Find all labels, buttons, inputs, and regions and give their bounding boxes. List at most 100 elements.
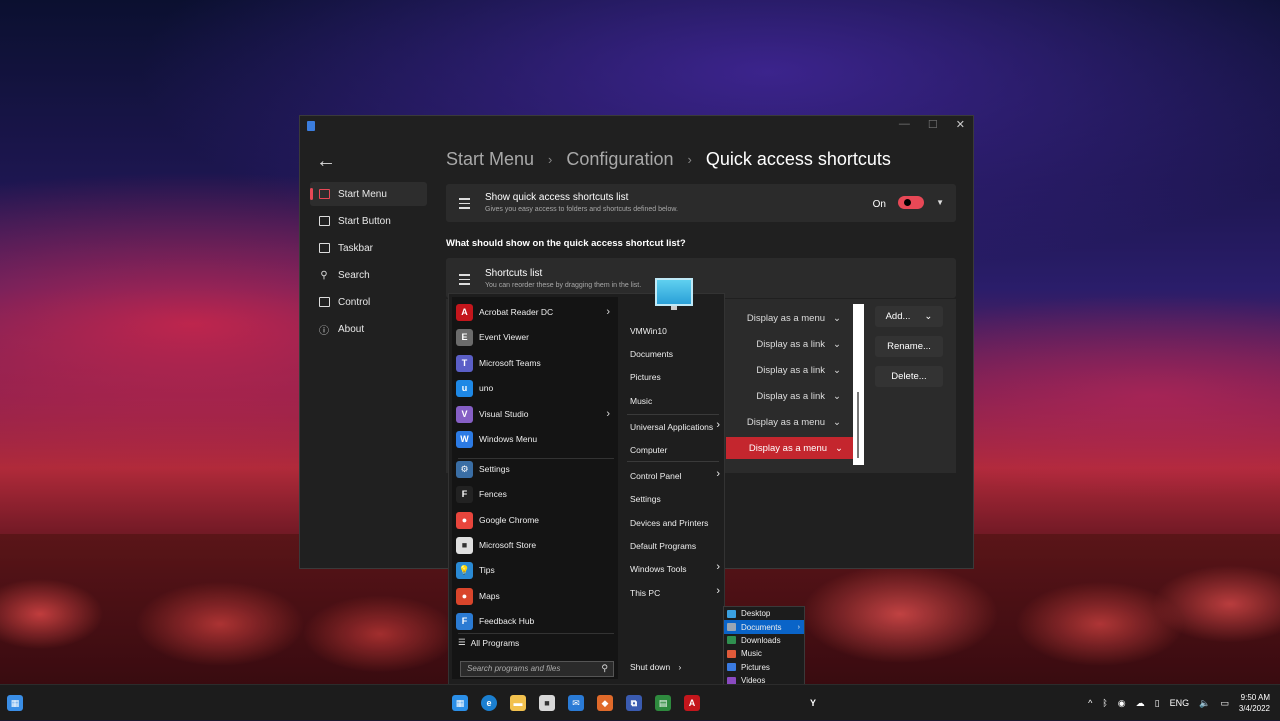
start-link-item[interactable]: Settings bbox=[630, 494, 720, 504]
delete-button[interactable]: Delete... bbox=[875, 366, 943, 387]
show-shortcuts-toggle[interactable] bbox=[898, 196, 924, 209]
divider bbox=[458, 633, 614, 634]
list-scrollbar[interactable] bbox=[853, 304, 864, 465]
acrobat-icon[interactable]: A bbox=[684, 695, 700, 711]
add-button[interactable]: Add... ⌄ bbox=[875, 306, 943, 327]
submenu-item[interactable]: Documents › bbox=[724, 620, 804, 634]
sidebar-item-control[interactable]: Control bbox=[310, 290, 427, 314]
app-item[interactable]: W Windows Menu bbox=[456, 428, 616, 450]
minimize-button[interactable]: — bbox=[899, 118, 910, 131]
app-item[interactable]: u uno bbox=[456, 377, 616, 399]
chevron-down-icon: ⌄ bbox=[833, 312, 841, 324]
system-tray: ^ ᛒ ◉ ☁ ▯ ENG 🔈 ▭ 9:50 AM 3/4/2022 bbox=[1088, 685, 1270, 721]
section-question: What should show on the quick access sho… bbox=[446, 238, 686, 249]
cloud-icon[interactable]: ☁ bbox=[1136, 698, 1145, 709]
start-link-item[interactable]: Documents bbox=[630, 349, 720, 359]
sidebar-item-start-button[interactable]: Start Button bbox=[310, 209, 427, 233]
back-arrow-icon[interactable]: ← bbox=[316, 150, 336, 173]
start-link-label: Universal Applications bbox=[630, 422, 714, 432]
app-item[interactable]: ● Maps bbox=[456, 585, 616, 607]
display-mode-select[interactable]: Display as a link ⌄ bbox=[726, 385, 851, 407]
sidebar-item-label: About bbox=[338, 323, 365, 335]
start-link-item[interactable]: VMWin10 bbox=[630, 326, 720, 336]
volume-icon[interactable]: 🔈 bbox=[1199, 698, 1210, 709]
submenu-item[interactable]: Music bbox=[724, 647, 804, 660]
edge-icon[interactable]: e bbox=[481, 695, 497, 711]
start-link-item[interactable]: Universal Applications › bbox=[630, 419, 720, 432]
package-icon[interactable]: ◆ bbox=[597, 695, 613, 711]
app-item[interactable]: ■ Microsoft Store bbox=[456, 534, 616, 556]
chevron-right-icon: › bbox=[606, 306, 610, 318]
display-mode-select[interactable]: Display as a link ⌄ bbox=[726, 333, 851, 355]
breadcrumb-start-menu[interactable]: Start Menu bbox=[446, 149, 534, 170]
start-link-item[interactable]: Devices and Printers bbox=[630, 518, 720, 528]
display-mode-value: Display as a menu bbox=[746, 416, 826, 428]
page-title: Quick access shortcuts bbox=[705, 149, 891, 169]
windows-start-icon[interactable]: ▦ bbox=[452, 695, 468, 711]
start-button-icon[interactable]: ▦ bbox=[7, 695, 23, 711]
app-item[interactable]: ● Google Chrome bbox=[456, 509, 616, 531]
submenu-item-label: Downloads bbox=[741, 635, 781, 645]
mail-icon[interactable]: ✉ bbox=[568, 695, 584, 711]
app-item[interactable]: A Acrobat Reader DC › bbox=[456, 301, 616, 323]
app-label: Acrobat Reader DC bbox=[479, 307, 554, 317]
display-mode-select[interactable]: Display as a link ⌄ bbox=[726, 359, 851, 381]
submenu-item[interactable]: Downloads bbox=[724, 634, 804, 647]
network-icon[interactable]: ⧉ bbox=[626, 695, 642, 711]
sidebar-item-start-menu[interactable]: Start Menu bbox=[310, 182, 427, 206]
shutdown-button[interactable]: Shut down › bbox=[630, 662, 720, 672]
app-item[interactable]: V Visual Studio › bbox=[456, 403, 616, 425]
sidebar-item-search[interactable]: ⚲ Search bbox=[310, 263, 427, 287]
title-bar[interactable]: — ☐ ✕ bbox=[300, 116, 973, 136]
app-icon: V bbox=[456, 405, 473, 423]
submenu-item[interactable]: Desktop bbox=[724, 607, 804, 620]
start-link-item[interactable]: Computer bbox=[630, 445, 720, 455]
display-mode-select[interactable]: Display as a menu ⌄ bbox=[726, 411, 851, 433]
app-icon[interactable]: Y bbox=[805, 695, 821, 711]
display-mode-select-selected[interactable]: Display as a menu ⌄ bbox=[726, 437, 853, 459]
start-link-item[interactable]: This PC › bbox=[630, 585, 720, 598]
start-link-item[interactable]: Music bbox=[630, 396, 720, 406]
breadcrumb-configuration[interactable]: Configuration bbox=[566, 149, 673, 170]
start-link-item[interactable]: Default Programs bbox=[630, 541, 720, 551]
rename-button[interactable]: Rename... bbox=[875, 336, 943, 357]
sidebar-item-label: Start Menu bbox=[338, 188, 387, 200]
chevron-right-icon: › bbox=[716, 561, 720, 573]
app-item[interactable]: 💡 Tips bbox=[456, 559, 616, 581]
scrollbar-thumb[interactable] bbox=[857, 392, 859, 458]
chevron-down-icon[interactable]: ▼ bbox=[936, 198, 944, 207]
battery-icon[interactable]: ▯ bbox=[1155, 698, 1160, 709]
language-indicator[interactable]: ENG bbox=[1170, 698, 1190, 708]
chevron-up-icon[interactable]: ^ bbox=[1088, 698, 1092, 708]
sidebar-item-taskbar[interactable]: Taskbar bbox=[310, 236, 427, 260]
clock[interactable]: 9:50 AM 3/4/2022 bbox=[1239, 692, 1270, 714]
maximize-button[interactable]: ☐ bbox=[928, 118, 938, 131]
notification-icon[interactable]: ▭ bbox=[1220, 698, 1229, 709]
display-mode-select[interactable]: Display as a menu ⌄ bbox=[726, 307, 851, 329]
app-item[interactable]: T Microsoft Teams bbox=[456, 352, 616, 374]
app-label: Tips bbox=[479, 565, 495, 575]
app-icon: u bbox=[456, 379, 473, 397]
security-icon[interactable]: ◉ bbox=[1118, 698, 1126, 709]
app-item[interactable]: F Feedback Hub bbox=[456, 610, 616, 632]
file-explorer-icon[interactable]: ▬ bbox=[510, 695, 526, 711]
all-programs-button[interactable]: ☰ All Programs bbox=[458, 637, 519, 648]
start-link-item[interactable]: Pictures bbox=[630, 372, 720, 382]
app-item[interactable]: F Fences bbox=[456, 483, 616, 505]
spreadsheet-icon[interactable]: ▤ bbox=[655, 695, 671, 711]
info-icon: ⓘ bbox=[319, 325, 329, 337]
start-link-item[interactable]: Control Panel › bbox=[630, 468, 720, 481]
chevron-right-icon: › bbox=[678, 662, 682, 672]
close-button[interactable]: ✕ bbox=[956, 118, 965, 131]
sidebar-item-about[interactable]: ⓘ About bbox=[310, 317, 427, 341]
start-link-item[interactable]: Windows Tools › bbox=[630, 561, 720, 574]
app-item[interactable]: ⚙ Settings bbox=[456, 458, 616, 480]
app-item[interactable]: E Event Viewer bbox=[456, 326, 616, 348]
start-link-label: Pictures bbox=[630, 372, 661, 382]
bluetooth-icon[interactable]: ᛒ bbox=[1102, 698, 1107, 708]
submenu-item-label: Documents bbox=[741, 622, 782, 632]
submenu-item[interactable]: Pictures bbox=[724, 661, 804, 674]
start-search-input[interactable]: Search programs and files ⚲ bbox=[460, 661, 614, 677]
store-icon[interactable]: ■ bbox=[539, 695, 555, 711]
start-link-label: This PC bbox=[630, 588, 661, 598]
